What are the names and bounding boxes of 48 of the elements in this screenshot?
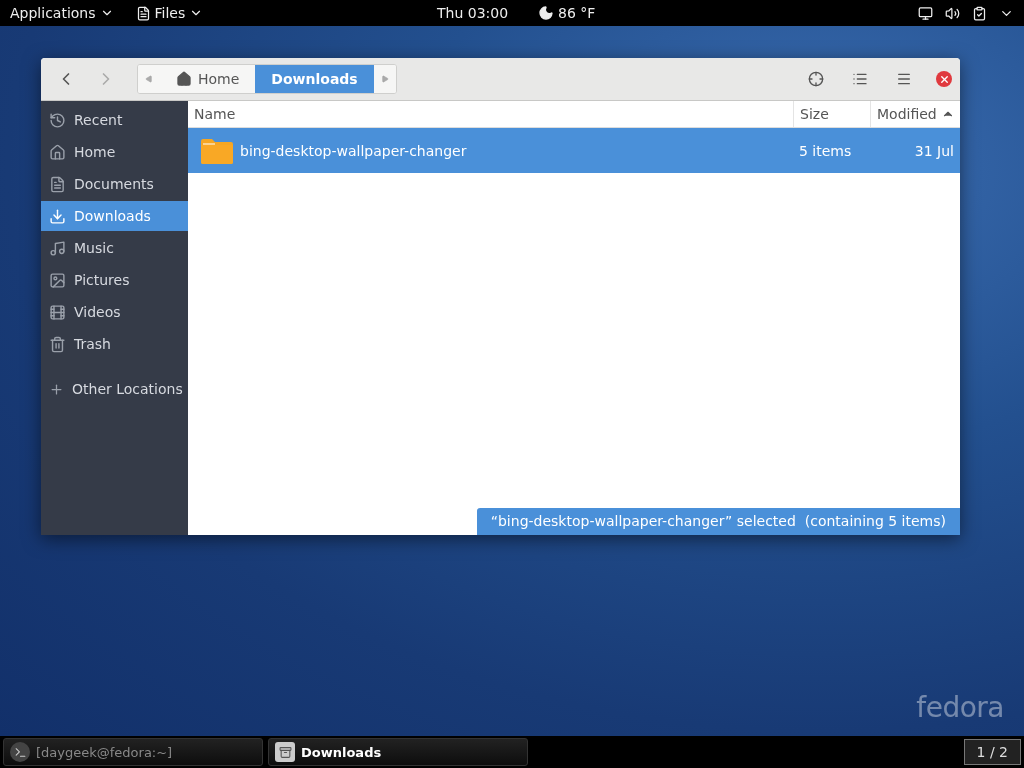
music-note-icon (49, 239, 66, 257)
sidebar-item[interactable]: Pictures (41, 265, 188, 295)
status-overlay: “bing-desktop-wallpaper-changer” selected (containing 5 items) (476, 508, 960, 535)
sidebar-item[interactable]: Home (41, 137, 188, 167)
crosshair-icon (808, 71, 824, 87)
sidebar-item[interactable]: Documents (41, 169, 188, 199)
close-icon (938, 73, 950, 85)
recent-icon (49, 111, 66, 129)
trash-icon (49, 335, 66, 353)
picture-icon (49, 271, 66, 289)
file-cabinet-icon (275, 742, 295, 762)
applications-menu[interactable]: Applications (10, 5, 114, 21)
download-icon (49, 207, 66, 225)
logo-text: fedora (916, 691, 1004, 724)
battery-icon[interactable] (972, 5, 987, 21)
file-name: bing-desktop-wallpaper-changer (240, 142, 467, 159)
triangle-left-icon (145, 75, 153, 83)
menu-icon (896, 71, 912, 87)
task-button[interactable]: [daygeek@fedora:~] (3, 738, 263, 766)
sidebar-item[interactable]: Videos (41, 297, 188, 327)
list-icon (852, 71, 868, 87)
plus-icon (49, 381, 64, 397)
file-size: 5 items (798, 142, 853, 159)
moon-icon (538, 5, 555, 21)
column-header[interactable]: Name (188, 101, 793, 127)
sidebar-item[interactable]: Recent (41, 105, 188, 135)
clock[interactable]: Thu 03:00 (437, 5, 509, 21)
sidebar-item[interactable]: Music (41, 233, 188, 263)
document-icon (49, 175, 66, 193)
files-app-menu[interactable]: Files (135, 5, 204, 21)
home-icon (176, 71, 192, 87)
terminal-icon (10, 742, 30, 762)
task-button[interactable]: Downloads (268, 738, 528, 766)
film-icon (49, 303, 66, 321)
close-button[interactable] (936, 71, 952, 87)
workspace-indicator[interactable]: 1 / 2 (963, 739, 1021, 765)
triangle-right-icon (380, 75, 389, 83)
column-header[interactable]: Size (793, 101, 870, 127)
volume-icon[interactable] (945, 5, 960, 21)
column-header[interactable]: Modified (870, 101, 960, 127)
weather[interactable]: 86 °F (538, 5, 596, 21)
sidebar-item[interactable]: Other Locations (41, 374, 188, 404)
home-icon (49, 143, 66, 161)
network-icon[interactable] (918, 5, 933, 21)
folder-icon (200, 137, 234, 164)
files-icon (135, 5, 151, 21)
sidebar-item[interactable]: Trash (41, 329, 188, 359)
file-modified: 31 Jul (913, 142, 955, 159)
